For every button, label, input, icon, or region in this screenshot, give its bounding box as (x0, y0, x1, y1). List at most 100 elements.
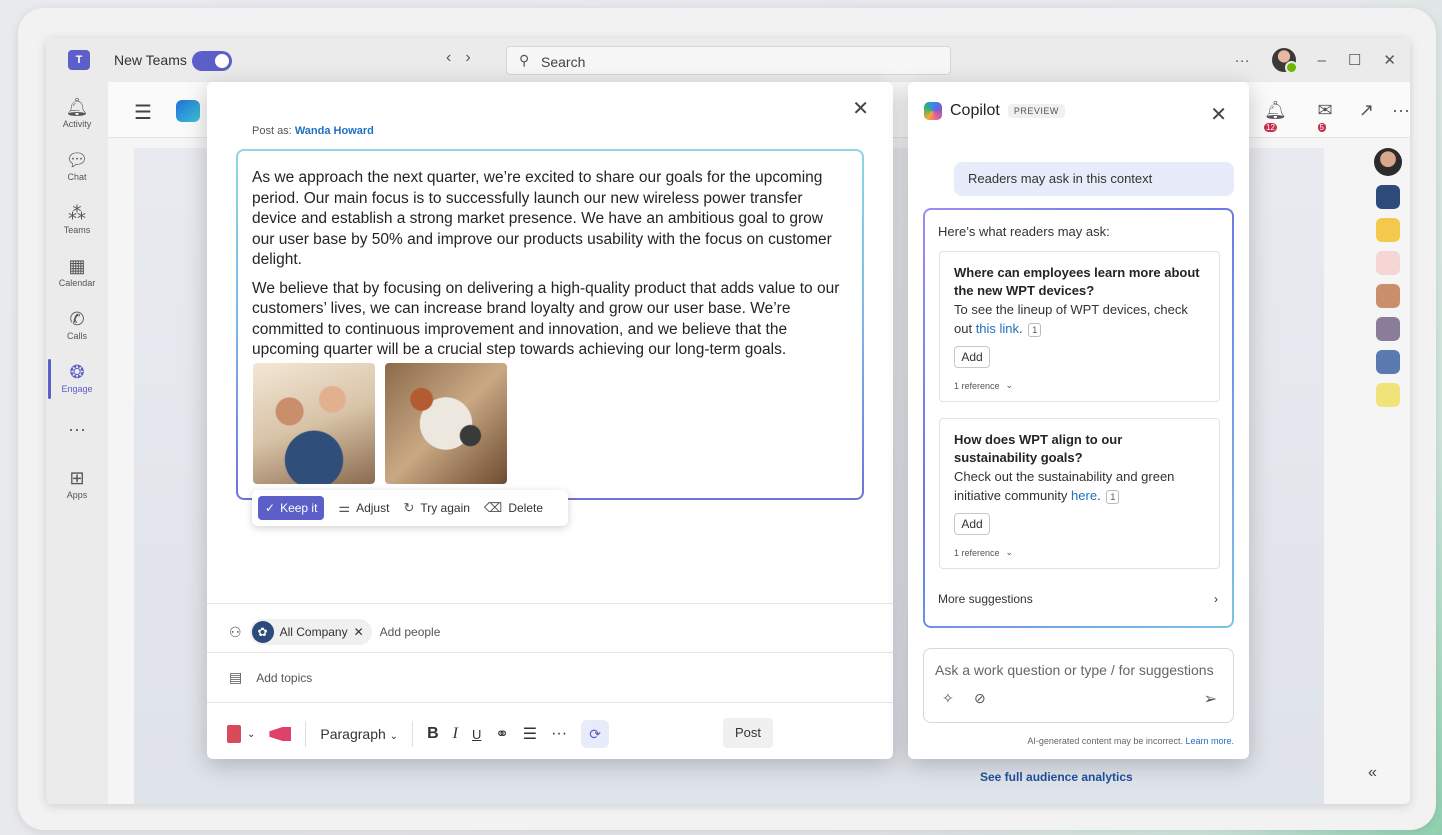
post-button[interactable]: Post (723, 718, 773, 748)
rail-item-activity[interactable]: 🔔︎ Activity (46, 96, 108, 129)
more-options-icon[interactable]: ··· (1235, 52, 1250, 69)
rail-label: Engage (61, 384, 93, 394)
new-teams-toggle[interactable] (192, 51, 232, 71)
close-icon[interactable]: ✕ (1210, 102, 1227, 127)
disclaimer-text: AI-generated content may be incorrect. (1027, 736, 1183, 746)
close-window-icon[interactable]: ✕ (1383, 51, 1396, 69)
citation-marker[interactable]: 1 (1106, 489, 1120, 504)
suggestion-card: How does WPT align to our sustainability… (939, 418, 1220, 569)
rail-item-engage[interactable]: ❂ Engage (46, 359, 108, 399)
analytics-icon[interactable]: ↗ (1359, 100, 1374, 142)
rail-item-teams[interactable]: ⁂ Teams (46, 202, 108, 235)
attach-icon[interactable]: ⊘ (974, 690, 986, 707)
see-analytics-link[interactable]: See full audience analytics (980, 770, 1133, 784)
post-image-meeting[interactable] (385, 363, 507, 484)
add-topics-row[interactable]: ▤ Add topics (229, 669, 312, 686)
adjust-button[interactable]: ⚌ Adjust (338, 500, 389, 516)
paragraph-style-select[interactable]: Paragraph ⌄ (320, 726, 398, 742)
bullet-list-icon[interactable]: ☰ (523, 724, 537, 744)
community-icon[interactable] (1376, 185, 1400, 209)
chevron-right-icon: › (1214, 592, 1218, 606)
engage-app-logo (176, 100, 200, 122)
refresh-icon: ↻ (403, 500, 415, 515)
chart-app-icon[interactable] (1376, 218, 1400, 242)
bold-icon[interactable]: B (427, 725, 439, 743)
sparkle-icon[interactable]: ✧ (942, 690, 954, 707)
add-suggestion-button[interactable]: Add (954, 513, 990, 535)
delete-button[interactable]: ⌫ Delete (484, 500, 543, 516)
close-icon[interactable]: ✕ (852, 96, 869, 121)
add-suggestion-button[interactable]: Add (954, 346, 990, 368)
profile-avatar[interactable] (1374, 148, 1402, 176)
add-people-input[interactable]: Add people (380, 625, 441, 639)
title-bar: T New Teams ‹› ⚲ Search ··· – ☐ ✕ (46, 38, 1410, 82)
audience-chip-label: All Company (279, 625, 348, 639)
rail-item-calls[interactable]: ✆ Calls (46, 308, 108, 341)
adjust-label: Adjust (356, 501, 390, 515)
copilot-input[interactable]: Ask a work question or type / for sugges… (923, 648, 1234, 723)
group-avatar-icon[interactable] (1376, 317, 1400, 341)
toolbar-separator (412, 721, 414, 747)
italic-icon[interactable]: I (453, 725, 458, 743)
ai-disclaimer: AI-generated content may be incorrect. L… (1027, 736, 1234, 746)
post-type-icon[interactable] (227, 725, 241, 743)
back-arrow-icon[interactable]: ‹ (446, 49, 465, 66)
forward-arrow-icon[interactable]: › (465, 49, 484, 66)
response-intro: Here’s what readers may ask: (938, 224, 1110, 239)
notifications-icon[interactable]: 🔔︎12 (1264, 100, 1300, 142)
remove-chip-icon[interactable]: ✕ (354, 625, 364, 639)
history-nav: ‹› (446, 49, 485, 67)
rail-label: Chat (67, 172, 87, 182)
send-icon[interactable]: ➢ (1204, 689, 1217, 709)
collapse-chevron-icon[interactable]: « (1368, 764, 1377, 782)
community-icon: ✿ (251, 621, 274, 643)
more-formatting-icon[interactable]: ··· (551, 725, 567, 743)
more-icon[interactable]: ··· (1392, 100, 1410, 142)
answer-link[interactable]: this link (976, 321, 1019, 336)
copilot-icon[interactable]: ⟳ (581, 720, 610, 748)
more-suggestions-button[interactable]: More suggestions › (938, 592, 1218, 606)
user-avatar[interactable] (1271, 48, 1298, 74)
rail-item-more[interactable]: ··· (46, 418, 108, 440)
reference-label: 1 reference (954, 380, 1000, 391)
keep-it-button[interactable]: ✓ Keep it (258, 496, 325, 520)
citation-marker[interactable]: 1 (1028, 322, 1042, 337)
try-again-button[interactable]: ↻ Try again (403, 500, 469, 516)
maximize-icon[interactable]: ☐ (1348, 51, 1361, 69)
rail-item-chat[interactable]: 💬︎ Chat (46, 149, 108, 182)
post-editor[interactable]: As we approach the next quarter, we’re e… (236, 149, 864, 500)
announcement-icon[interactable] (269, 727, 292, 741)
learn-more-link[interactable]: Learn more. (1185, 736, 1234, 746)
group-photo-icon[interactable] (1376, 350, 1400, 374)
reference-toggle[interactable]: 1 reference ⌄ (954, 547, 1205, 558)
reference-toggle[interactable]: 1 reference ⌄ (954, 380, 1205, 391)
answer-link[interactable]: here (1071, 488, 1097, 503)
apps-icon: ⊞ (69, 468, 85, 488)
audience-chip[interactable]: ✿ All Company ✕ (249, 619, 372, 645)
underline-icon[interactable]: U (472, 727, 481, 742)
suggestion-answer: Check out the sustainability and green i… (954, 467, 1205, 505)
post-as-name[interactable]: Wanda Howard (295, 125, 374, 137)
copilot-panel: Copilot PREVIEW ✕ Readers may ask in thi… (908, 82, 1249, 759)
inbox-icon[interactable]: ✉︎5 (1317, 100, 1341, 142)
chevron-down-icon[interactable]: ⌄ (247, 729, 255, 740)
heart-app-icon[interactable] (1376, 251, 1400, 275)
preview-badge: PREVIEW (1007, 104, 1065, 118)
rail-item-apps[interactable]: ⊞ Apps (46, 467, 108, 500)
person-avatar-icon[interactable] (1376, 284, 1400, 308)
rail-label: Activity (62, 119, 92, 129)
hamburger-menu-icon[interactable]: ☰ (134, 100, 152, 125)
post-as: Post as: Wanda Howard (252, 125, 374, 137)
chevron-down-icon: ⌄ (389, 731, 399, 742)
answer-text: Check out the sustainability and green i… (954, 469, 1175, 503)
header-actions: 🔔︎12 ✉︎5 ↗ ··· (1264, 100, 1410, 142)
minimize-icon[interactable]: – (1318, 52, 1326, 69)
sticky-app-icon[interactable] (1376, 383, 1400, 407)
link-icon[interactable]: ⚭ (495, 724, 508, 744)
post-image-team[interactable] (253, 363, 375, 484)
rail-item-calendar[interactable]: ▦ Calendar (46, 255, 108, 288)
bell-icon: 🔔︎ (65, 97, 89, 117)
search-input[interactable]: ⚲ Search (506, 46, 951, 75)
check-icon: ✓ (265, 501, 276, 515)
ai-suggestion-toolbar: ✓ Keep it ⚌ Adjust ↻ Try again ⌫ Delete (252, 490, 568, 526)
